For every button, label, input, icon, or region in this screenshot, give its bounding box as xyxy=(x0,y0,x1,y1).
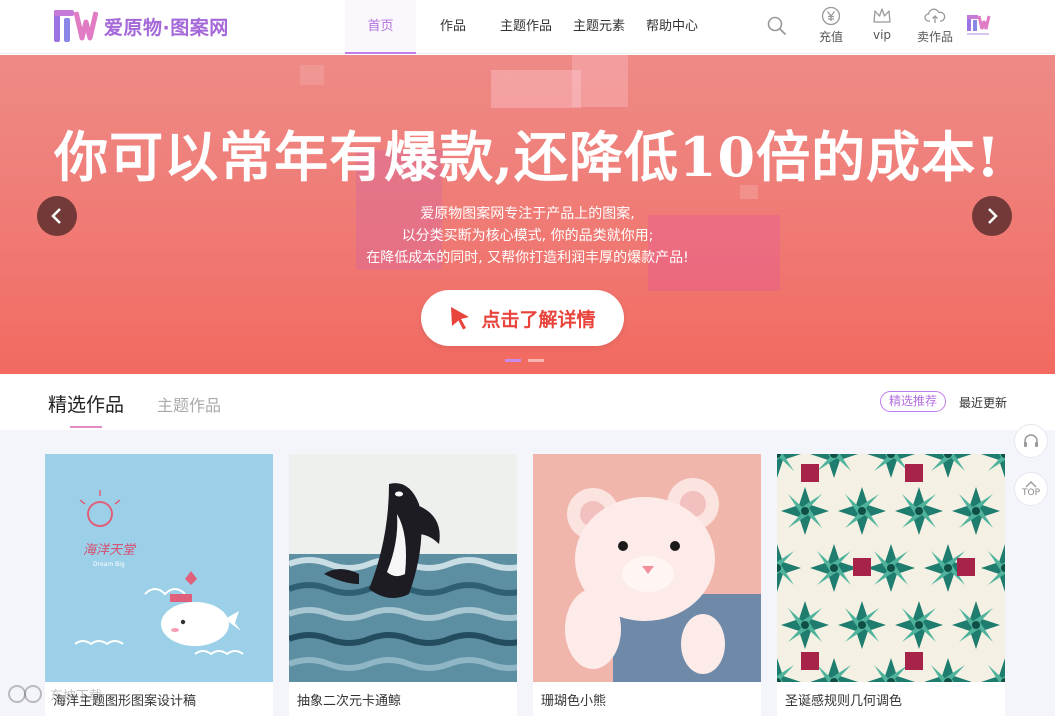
works-section-header: 精选作品 主题作品 精选推荐 最近更新 xyxy=(0,374,1055,430)
active-tab-underline xyxy=(70,426,102,428)
nav-theme-works[interactable]: 主题作品 xyxy=(490,0,562,54)
work-card[interactable]: 珊瑚色小熊 xyxy=(533,454,761,716)
sell-works-button[interactable]: 卖作品 xyxy=(905,6,965,45)
chevron-left-icon xyxy=(51,208,61,224)
watermark-text: 东坡下载 xyxy=(50,688,103,704)
work-card-title: 圣诞感规则几何调色 xyxy=(785,694,903,709)
cursor-pointer-icon xyxy=(451,307,470,330)
work-card[interactable]: 抽象二次元卡通鲸 xyxy=(289,454,517,716)
banner-description-line: 在降低成本的同时, 又帮你打造利润丰厚的爆款产品! xyxy=(366,250,689,266)
recharge-label: 充值 xyxy=(818,30,843,44)
crown-icon xyxy=(873,8,891,23)
logo-mark-icon xyxy=(52,8,99,44)
tab-featured-works[interactable]: 精选作品 xyxy=(48,390,124,417)
svg-text:Dream Big: Dream Big xyxy=(93,561,125,568)
banner-description: 爱原物图案网专注于产品上的图案, 以分类买断为核心模式, 你的品类就你用; 在降… xyxy=(0,203,1055,269)
geometric-star-pattern-image xyxy=(777,454,1005,682)
banner-description-line: 以分类买断为核心模式, 你的品类就你用; xyxy=(401,228,654,244)
sell-works-label: 卖作品 xyxy=(916,30,953,44)
header-actions: 充值 vip 卖作品 xyxy=(765,6,965,45)
work-card-title: 珊瑚色小熊 xyxy=(541,694,607,709)
back-to-top-label: TOP xyxy=(1021,487,1040,498)
vip-button[interactable]: vip xyxy=(859,6,905,42)
vip-label: vip xyxy=(872,28,892,42)
nav-help-center[interactable]: 帮助中心 xyxy=(636,0,708,54)
pink-teddy-bear-image xyxy=(533,454,761,682)
back-to-top-button[interactable]: TOP xyxy=(1014,472,1048,506)
learn-more-button[interactable]: 点击了解详情 xyxy=(421,290,624,346)
decor-block xyxy=(300,65,324,85)
decor-block xyxy=(491,70,581,108)
main-nav: 首页 作品 主题作品 主题元素 帮助中心 xyxy=(345,0,708,54)
filter-featured-pill[interactable]: 精选推荐 xyxy=(880,391,947,412)
cloud-upload-icon xyxy=(924,8,946,23)
customer-service-button[interactable] xyxy=(1014,424,1048,458)
nav-home[interactable]: 首页 xyxy=(345,0,416,54)
logo-text: 爱原物·图案网 xyxy=(104,16,229,39)
chevron-up-icon xyxy=(1025,480,1037,487)
site-logo[interactable]: 爱原物·图案网 xyxy=(52,8,229,44)
work-card-title: 抽象二次元卡通鲸 xyxy=(297,694,402,709)
work-card[interactable]: 圣诞感规则几何调色 xyxy=(777,454,1005,716)
user-avatar[interactable] xyxy=(965,12,991,38)
headset-icon xyxy=(1024,434,1038,447)
watermark-logo-icon xyxy=(8,685,42,703)
banner-dot[interactable] xyxy=(528,359,544,362)
orca-ocean-waves-image xyxy=(289,454,517,682)
svg-text:海洋天堂: 海洋天堂 xyxy=(83,543,137,558)
chevron-right-icon xyxy=(988,208,998,224)
watermark: 东坡下载 xyxy=(6,683,102,705)
search-button[interactable] xyxy=(765,16,789,38)
banner-headline: 你可以常年有爆款,还降低10倍的成本! xyxy=(54,125,1001,189)
learn-more-label: 点击了解详情 xyxy=(481,308,596,331)
hero-banner: 你可以常年有爆款,还降低10倍的成本! 爱原物图案网专注于产品上的图案, 以分类… xyxy=(0,55,1055,374)
yuan-coin-icon xyxy=(821,6,841,26)
banner-dot[interactable] xyxy=(505,359,521,362)
work-card[interactable]: 海洋天堂 Dream Big 海洋主题图形图案设计稿 xyxy=(45,454,273,716)
decor-block xyxy=(572,55,628,107)
recharge-button[interactable]: 充值 xyxy=(803,6,859,45)
banner-description-line: 爱原物图案网专注于产品上的图案, xyxy=(420,206,635,222)
banner-prev-button[interactable] xyxy=(37,196,77,236)
tab-theme-works[interactable]: 主题作品 xyxy=(157,392,221,416)
banner-next-button[interactable] xyxy=(972,196,1012,236)
search-icon xyxy=(767,16,787,36)
nav-works[interactable]: 作品 xyxy=(416,0,490,54)
filter-latest[interactable]: 最近更新 xyxy=(959,394,1007,411)
sea-whale-cartoon-image: 海洋天堂 Dream Big xyxy=(45,454,273,682)
top-header: 爱原物·图案网 首页 作品 主题作品 主题元素 帮助中心 充值 vip 卖作品 xyxy=(0,0,1055,54)
nav-theme-elements[interactable]: 主题元素 xyxy=(562,0,636,54)
banner-pagination xyxy=(505,359,544,362)
